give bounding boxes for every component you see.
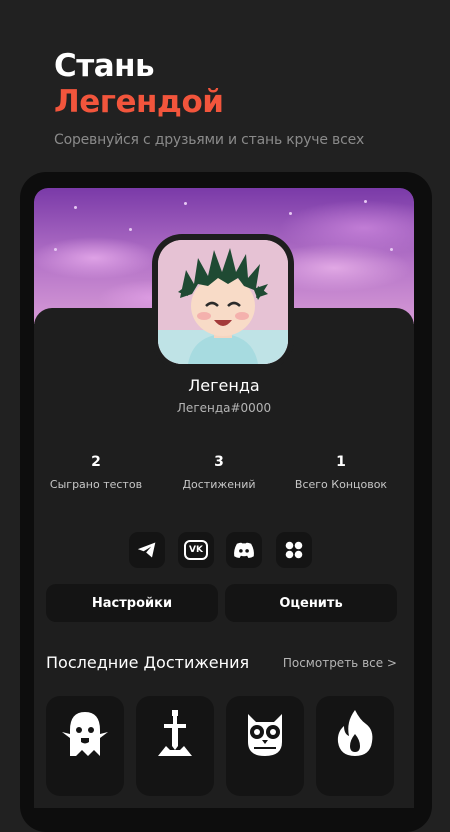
achievements-title: Последние Достижения — [46, 653, 250, 672]
discord-button[interactable] — [226, 532, 262, 568]
apps-button[interactable] — [276, 532, 312, 568]
promo-title-line2: Легендой — [54, 84, 224, 120]
view-all-link[interactable]: Посмотреть все > — [283, 656, 397, 670]
stat-label: Достижений — [182, 478, 256, 491]
stat-tests: 2 Сыграно тестов — [48, 454, 144, 491]
achievement-item[interactable] — [136, 696, 214, 796]
settings-button[interactable]: Настройки — [46, 584, 218, 622]
avatar[interactable] — [158, 240, 288, 364]
avatar-frame — [152, 234, 294, 370]
stat-achievements: 3 Достижений — [171, 454, 267, 491]
telegram-button[interactable] — [129, 532, 165, 568]
stat-endings: 1 Всего Концовок — [287, 454, 395, 491]
profile-tag: Легенда#0000 — [176, 401, 272, 415]
stat-value: 2 — [91, 454, 101, 470]
fire-icon — [337, 710, 373, 756]
owl-icon — [248, 714, 282, 756]
profile-screen: Легенда Легенда#0000 2 Сыграно тестов 3 … — [34, 188, 414, 808]
stat-value: 1 — [336, 454, 346, 470]
profile-name: Легенда — [188, 376, 260, 395]
apps-icon — [285, 541, 303, 559]
stat-label: Сыграно тестов — [49, 478, 143, 491]
stat-value: 3 — [214, 454, 224, 470]
promo-title-line1: Стань — [54, 48, 155, 84]
achievement-item[interactable] — [46, 696, 124, 796]
anime-boy-avatar-icon — [158, 240, 288, 364]
rate-button[interactable]: Оценить — [225, 584, 397, 622]
promo-subtitle: Соревнуйся с друзьями и стань круче всех — [54, 132, 365, 148]
discord-icon — [234, 542, 254, 558]
vk-button[interactable]: VK — [178, 532, 214, 568]
achievement-item[interactable] — [316, 696, 394, 796]
stat-label: Всего Концовок — [294, 478, 388, 491]
promo-header: Стань Легендой — [54, 48, 224, 120]
telegram-icon — [137, 542, 156, 558]
vk-icon: VK — [184, 540, 208, 560]
sword-icon — [158, 710, 192, 756]
ghost-icon — [62, 712, 108, 756]
achievement-item[interactable] — [226, 696, 304, 796]
